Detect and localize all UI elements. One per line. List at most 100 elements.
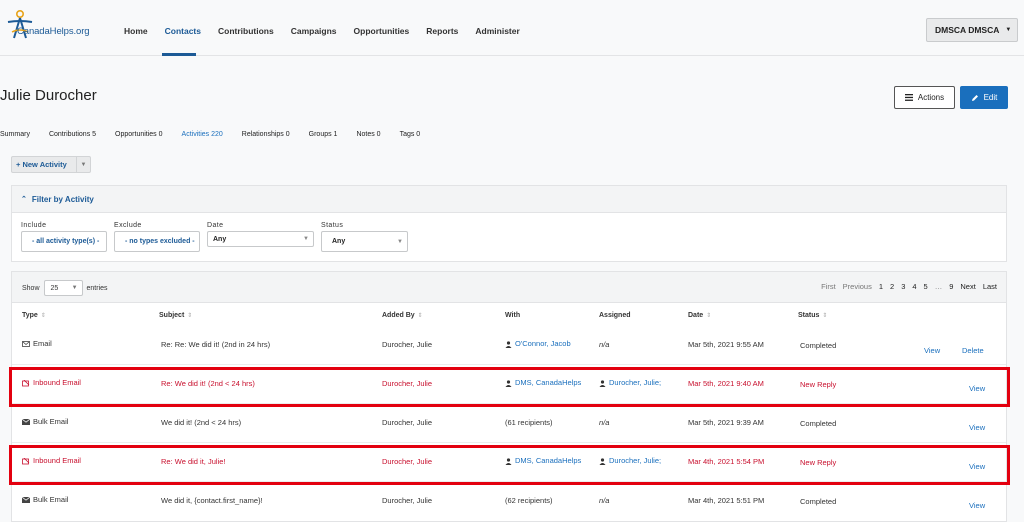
header-type-label: Type — [22, 312, 38, 319]
sort-icon: ⇕ — [417, 313, 423, 319]
header-status[interactable]: Status ⇕ — [798, 312, 827, 319]
tab-contributions[interactable]: Contributions 5 — [49, 131, 96, 138]
row-5-status: Completed — [800, 497, 837, 506]
include-label: Include — [21, 222, 47, 229]
row-3-subject: We did it! (2nd < 24 hrs) — [161, 418, 242, 427]
header-subject[interactable]: Subject ⇕ — [159, 312, 192, 319]
nav-administer[interactable]: Administer — [475, 26, 519, 36]
row-5-type: Bulk Email — [22, 495, 68, 504]
row-1-with-label: O'Connor, Jacob — [515, 339, 571, 348]
filter-title: Filter by Activity — [31, 194, 94, 204]
row-1-status: Completed — [800, 341, 837, 350]
row-5-with: (62 recipients) — [505, 496, 553, 505]
menu-icon — [904, 94, 913, 101]
row-3-assigned: n/a — [599, 418, 610, 427]
edit-button[interactable]: Edit — [960, 86, 1008, 109]
highlight-box — [9, 367, 1010, 407]
row-1-type-label: Email — [33, 339, 52, 348]
pager-next[interactable]: Next — [960, 282, 975, 291]
status-label: Status — [321, 222, 344, 229]
header-assigned: Assigned — [599, 312, 631, 319]
row-3-view-link[interactable]: View — [969, 423, 985, 432]
nav-reports[interactable]: Reports — [426, 26, 458, 36]
tab-opportunities[interactable]: Opportunities 0 — [115, 131, 162, 138]
row-divider — [12, 364, 1006, 365]
row-1-view-link[interactable]: View — [924, 346, 940, 355]
pager-page-5[interactable]: 5 — [924, 282, 928, 291]
pager-page-3[interactable]: 3 — [901, 282, 905, 291]
header-added-by[interactable]: Added By ⇕ — [382, 312, 423, 319]
active-nav-indicator — [162, 53, 196, 56]
header-date-label: Date — [688, 312, 704, 319]
row-1-with[interactable]: O'Connor, Jacob — [505, 339, 571, 348]
entries-select[interactable]: 25 ▼ — [43, 280, 83, 296]
tab-summary[interactable]: Summary — [0, 131, 30, 138]
row-1-date: Mar 5th, 2021 9:55 AM — [688, 340, 764, 349]
exclude-select[interactable]: - no types excluded - — [114, 231, 200, 252]
table-toolbar: Show 25 ▼ entries First Previous 1 2 3 4… — [12, 272, 1006, 303]
row-1-subject: Re: Re: We did it! (2nd in 24 hrs) — [161, 340, 271, 349]
pager-first[interactable]: First — [821, 282, 836, 291]
row-3-added-by: Durocher, Julie — [382, 418, 433, 427]
row-5-added-by: Durocher, Julie — [382, 496, 433, 505]
row-5-type-label: Bulk Email — [33, 495, 69, 504]
tab-relationships[interactable]: Relationships 0 — [242, 131, 290, 138]
main-nav: Home Contacts Contributions Campaigns Op… — [124, 26, 537, 36]
date-select[interactable]: Any ▼ — [207, 231, 314, 247]
contact-tabs: Summary Contributions 5 Opportunities 0 … — [0, 131, 439, 138]
date-label: Date — [207, 222, 224, 229]
header-subject-label: Subject — [159, 312, 185, 319]
actions-button[interactable]: Actions — [894, 86, 955, 109]
pager-page-1[interactable]: 1 — [879, 282, 883, 291]
tab-groups[interactable]: Groups 1 — [309, 131, 338, 138]
status-value: Any — [332, 238, 346, 245]
header-added-by-label: Added By — [382, 312, 415, 319]
pager-previous[interactable]: Previous — [843, 282, 872, 291]
chevron-down-icon[interactable]: ▼ — [76, 157, 90, 172]
row-5-view-link[interactable]: View — [969, 501, 985, 510]
chevron-down-icon: ▼ — [303, 236, 309, 242]
caret-down-icon: ▼ — [1005, 27, 1012, 33]
tab-tags[interactable]: Tags 0 — [400, 131, 421, 138]
pager-page-9[interactable]: 9 — [949, 282, 953, 291]
envelope-icon — [22, 341, 30, 347]
exclude-value: - no types excluded - — [125, 238, 195, 245]
pager-page-2[interactable]: 2 — [890, 282, 894, 291]
sort-icon: ⇕ — [40, 313, 46, 319]
entries-length: Show 25 ▼ entries — [22, 280, 108, 296]
nav-home[interactable]: Home — [124, 26, 148, 36]
new-activity-button[interactable]: + New Activity ▼ — [11, 156, 91, 173]
row-divider — [12, 442, 1006, 443]
include-select[interactable]: - all activity type(s) - — [21, 231, 107, 252]
status-select[interactable]: Any ▼ — [321, 231, 408, 252]
row-3-type: Bulk Email — [22, 417, 68, 426]
user-menu-button[interactable]: DMSCA DMSCA ▼ — [926, 18, 1018, 42]
edit-label: Edit — [983, 93, 998, 102]
tab-notes[interactable]: Notes 0 — [356, 131, 380, 138]
row-5-subject: We did it, {contact.first_name}! — [161, 496, 263, 505]
nav-campaigns[interactable]: Campaigns — [291, 26, 337, 36]
entries-label: entries — [86, 284, 108, 292]
nav-contributions[interactable]: Contributions — [218, 26, 274, 36]
new-activity-label: + New Activity — [16, 160, 67, 169]
header-with-label: With — [505, 312, 521, 319]
sort-icon: ⇕ — [706, 313, 712, 319]
chevron-up-icon: ⌃ — [21, 196, 27, 203]
row-1-delete-link[interactable]: Delete — [962, 346, 984, 355]
pagination: First Previous 1 2 3 4 5 … 9 Next Last — [814, 282, 997, 291]
filter-toggle[interactable]: ⌃ Filter by Activity — [12, 186, 1006, 213]
date-value: Any — [213, 235, 227, 243]
nav-opportunities[interactable]: Opportunities — [354, 26, 410, 36]
header-date[interactable]: Date ⇕ — [688, 312, 711, 319]
pager-page-4[interactable]: 4 — [912, 282, 916, 291]
top-nav-bar: CanadaHelps.org Home Contacts Contributi… — [0, 0, 1024, 56]
filter-panel: ⌃ Filter by Activity Include - all activ… — [11, 185, 1007, 262]
actions-label: Actions — [917, 93, 945, 102]
row-3-type-label: Bulk Email — [33, 417, 69, 426]
tab-activities[interactable]: Activities 220 — [182, 131, 223, 138]
nav-contacts[interactable]: Contacts — [165, 26, 201, 36]
pager-last[interactable]: Last — [983, 282, 997, 291]
header-type[interactable]: Type ⇕ — [22, 312, 46, 319]
chevron-down-icon: ▼ — [397, 238, 403, 245]
header-status-label: Status — [798, 312, 820, 319]
